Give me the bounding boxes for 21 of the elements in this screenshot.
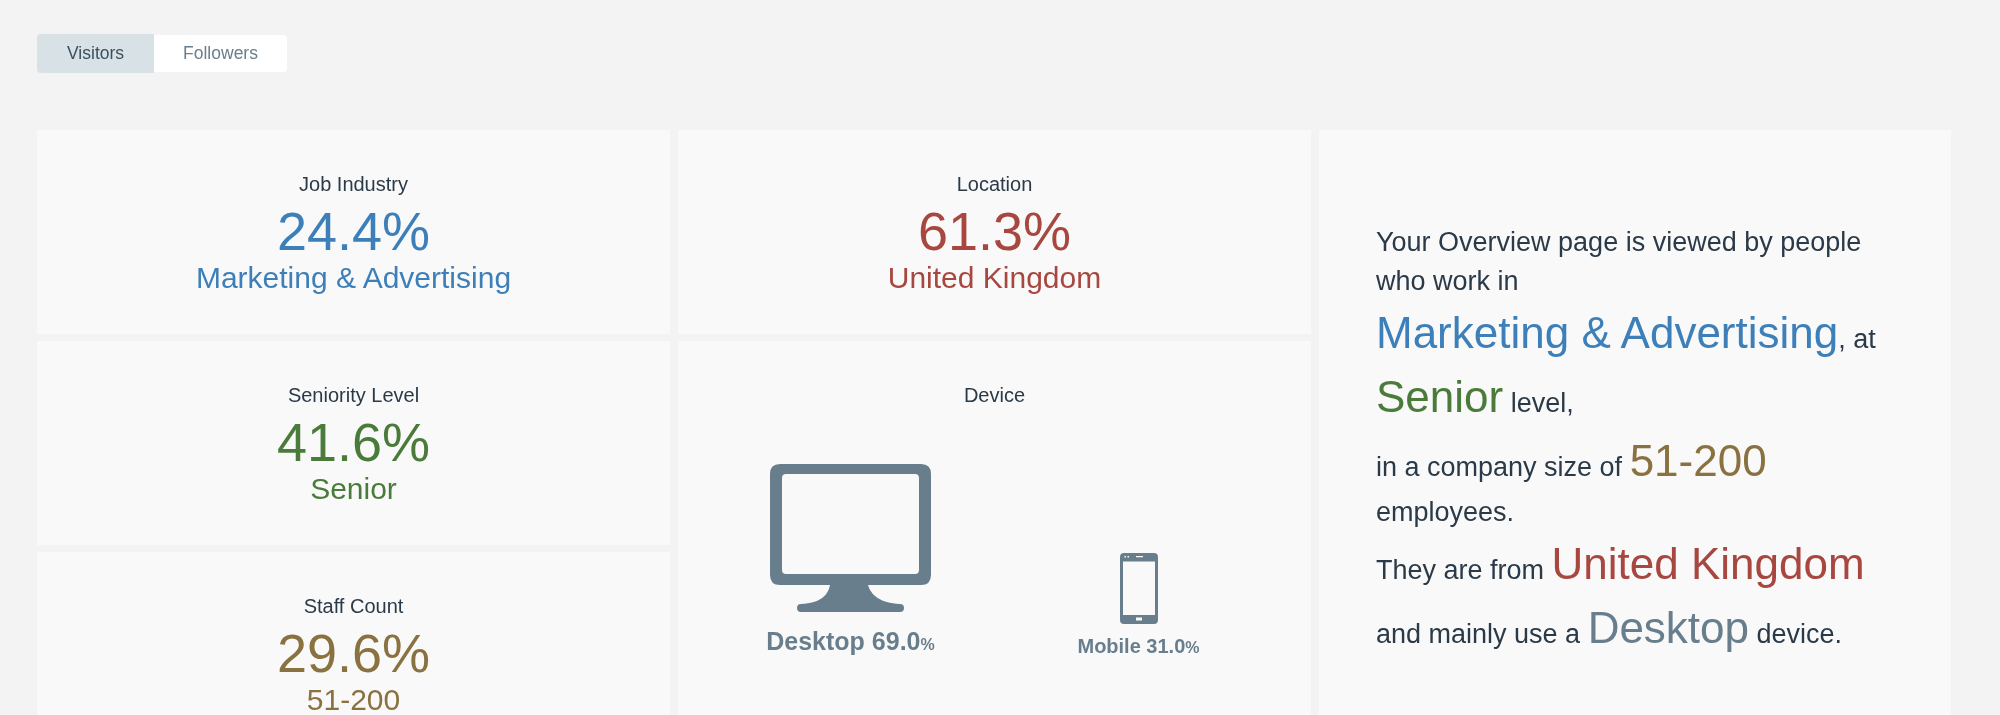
- card-title: Staff Count: [302, 594, 405, 618]
- tab[interactable]: Visitors: [37, 34, 155, 73]
- percentage-value: 61.3%: [916, 201, 1073, 261]
- category-value: Senior: [309, 473, 398, 504]
- monitor-icon: [770, 464, 931, 612]
- category-value: Marketing & Advertising: [194, 262, 513, 293]
- category-value: 51-200: [305, 684, 402, 715]
- category-value: United Kingdom: [886, 262, 1103, 293]
- card-title: Device: [962, 383, 1027, 407]
- percentage-value: 24.4%: [275, 201, 432, 261]
- device-share-label: Desktop 69.0%: [766, 626, 935, 657]
- summary-text: They are from United Kingdom and mainly use a Desktop device.: [1376, 537, 1866, 654]
- card-title: Location: [955, 172, 1034, 196]
- card-title: Seniority Level: [286, 383, 421, 407]
- percentage-value: 41.6%: [275, 412, 432, 472]
- device-share-label: Mobile 31.0%: [1077, 634, 1200, 659]
- smartphone-icon: [1119, 553, 1158, 624]
- summary-text: in a company size of 51-200 employees.: [1376, 434, 1768, 529]
- card-title: Job Industry: [298, 172, 409, 196]
- percentage-value: 29.6%: [275, 623, 432, 683]
- tab[interactable]: Followers: [154, 35, 287, 72]
